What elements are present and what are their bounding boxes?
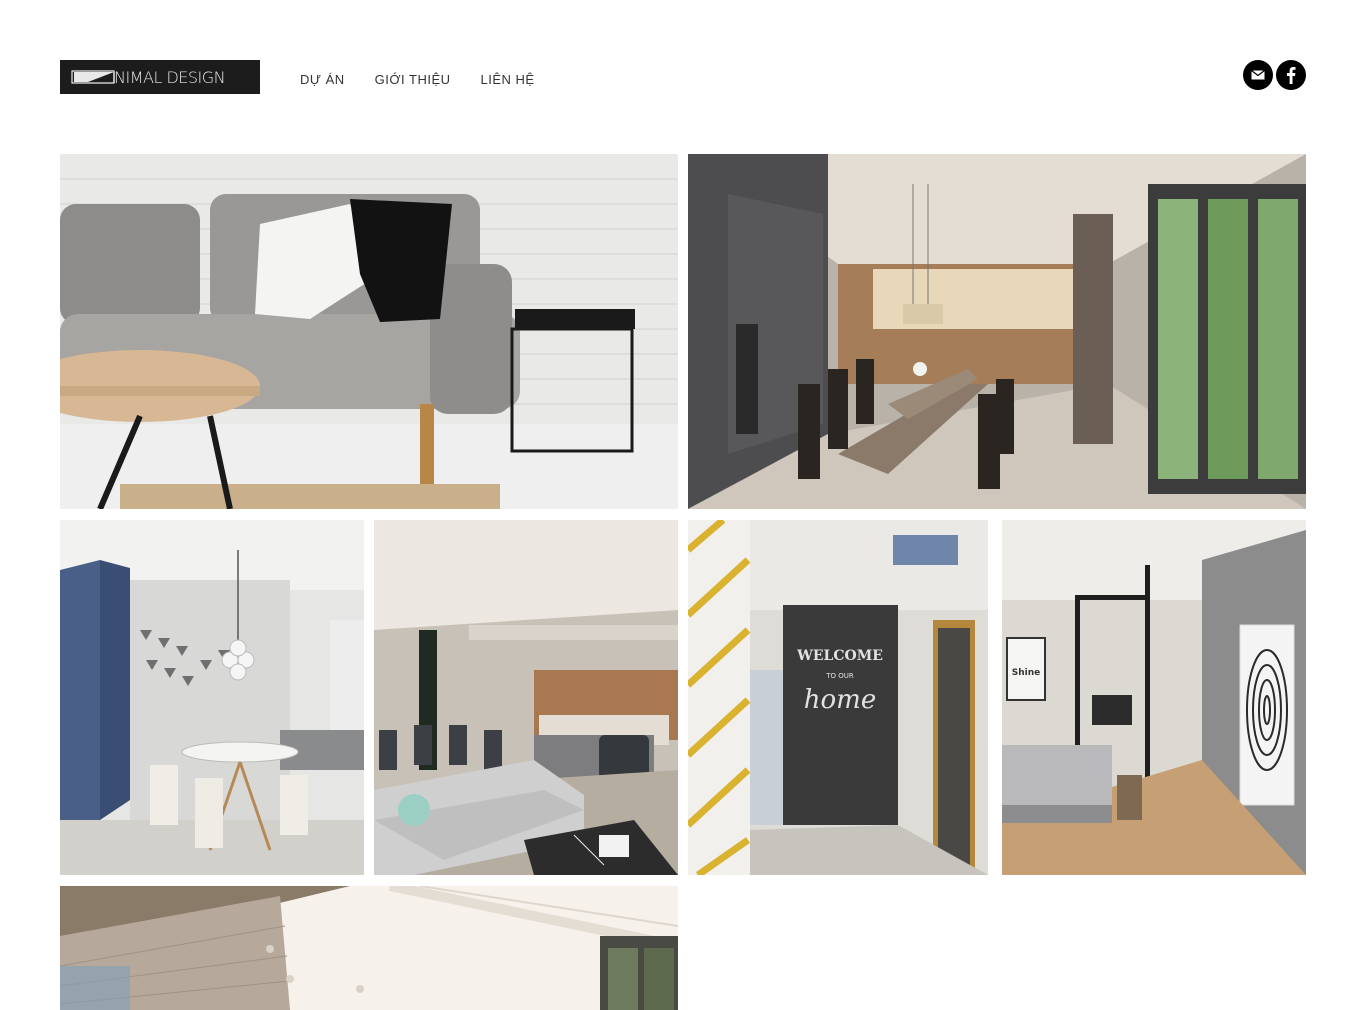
gallery-item-living-sofa[interactable] (60, 154, 678, 509)
gallery-item-bedroom[interactable]: Shine (1002, 520, 1306, 875)
gallery-image (688, 154, 1306, 509)
facebook-icon (1287, 67, 1296, 84)
gallery-image (60, 886, 678, 1010)
mail-button[interactable] (1243, 60, 1273, 90)
gallery-item-apartment-blinds[interactable] (60, 886, 678, 1010)
gallery-image (374, 520, 678, 875)
gallery-image: Shine (1002, 520, 1306, 875)
nav-item-du-an[interactable]: DỰ ÁN (300, 72, 345, 87)
gallery-item-dining-room[interactable] (688, 154, 1306, 509)
gallery-image (60, 154, 678, 509)
mail-icon (1251, 70, 1265, 80)
gallery-item-welcome-hallway[interactable]: WELCOME TO OUR home (688, 520, 988, 875)
gallery-image (60, 520, 364, 875)
nav-item-lien-he[interactable]: LIÊN HỆ (481, 72, 535, 87)
site-header: NIMAL DESIGN DỰ ÁN GIỚI THIỆU LIÊN HỆ (60, 60, 1306, 94)
gallery-item-blue-dining[interactable] (60, 520, 364, 875)
gallery-image: WELCOME TO OUR home (688, 520, 988, 875)
wall-home-text: home (804, 685, 876, 715)
nav-item-gioi-thieu[interactable]: GIỚI THIỆU (375, 72, 451, 87)
site-logo[interactable]: NIMAL DESIGN (60, 60, 260, 94)
logo-mark-icon (71, 70, 115, 84)
social-links (1243, 60, 1306, 90)
wall-welcome-text: WELCOME (796, 648, 883, 664)
gallery-item-open-living-kitchen[interactable] (374, 520, 678, 875)
poster-text: Shine (1012, 668, 1041, 678)
facebook-button[interactable] (1276, 60, 1306, 90)
logo-text: NIMAL DESIGN (114, 67, 226, 87)
main-nav: DỰ ÁN GIỚI THIỆU LIÊN HỆ (300, 72, 535, 87)
wall-toour-text: TO OUR (825, 672, 854, 680)
